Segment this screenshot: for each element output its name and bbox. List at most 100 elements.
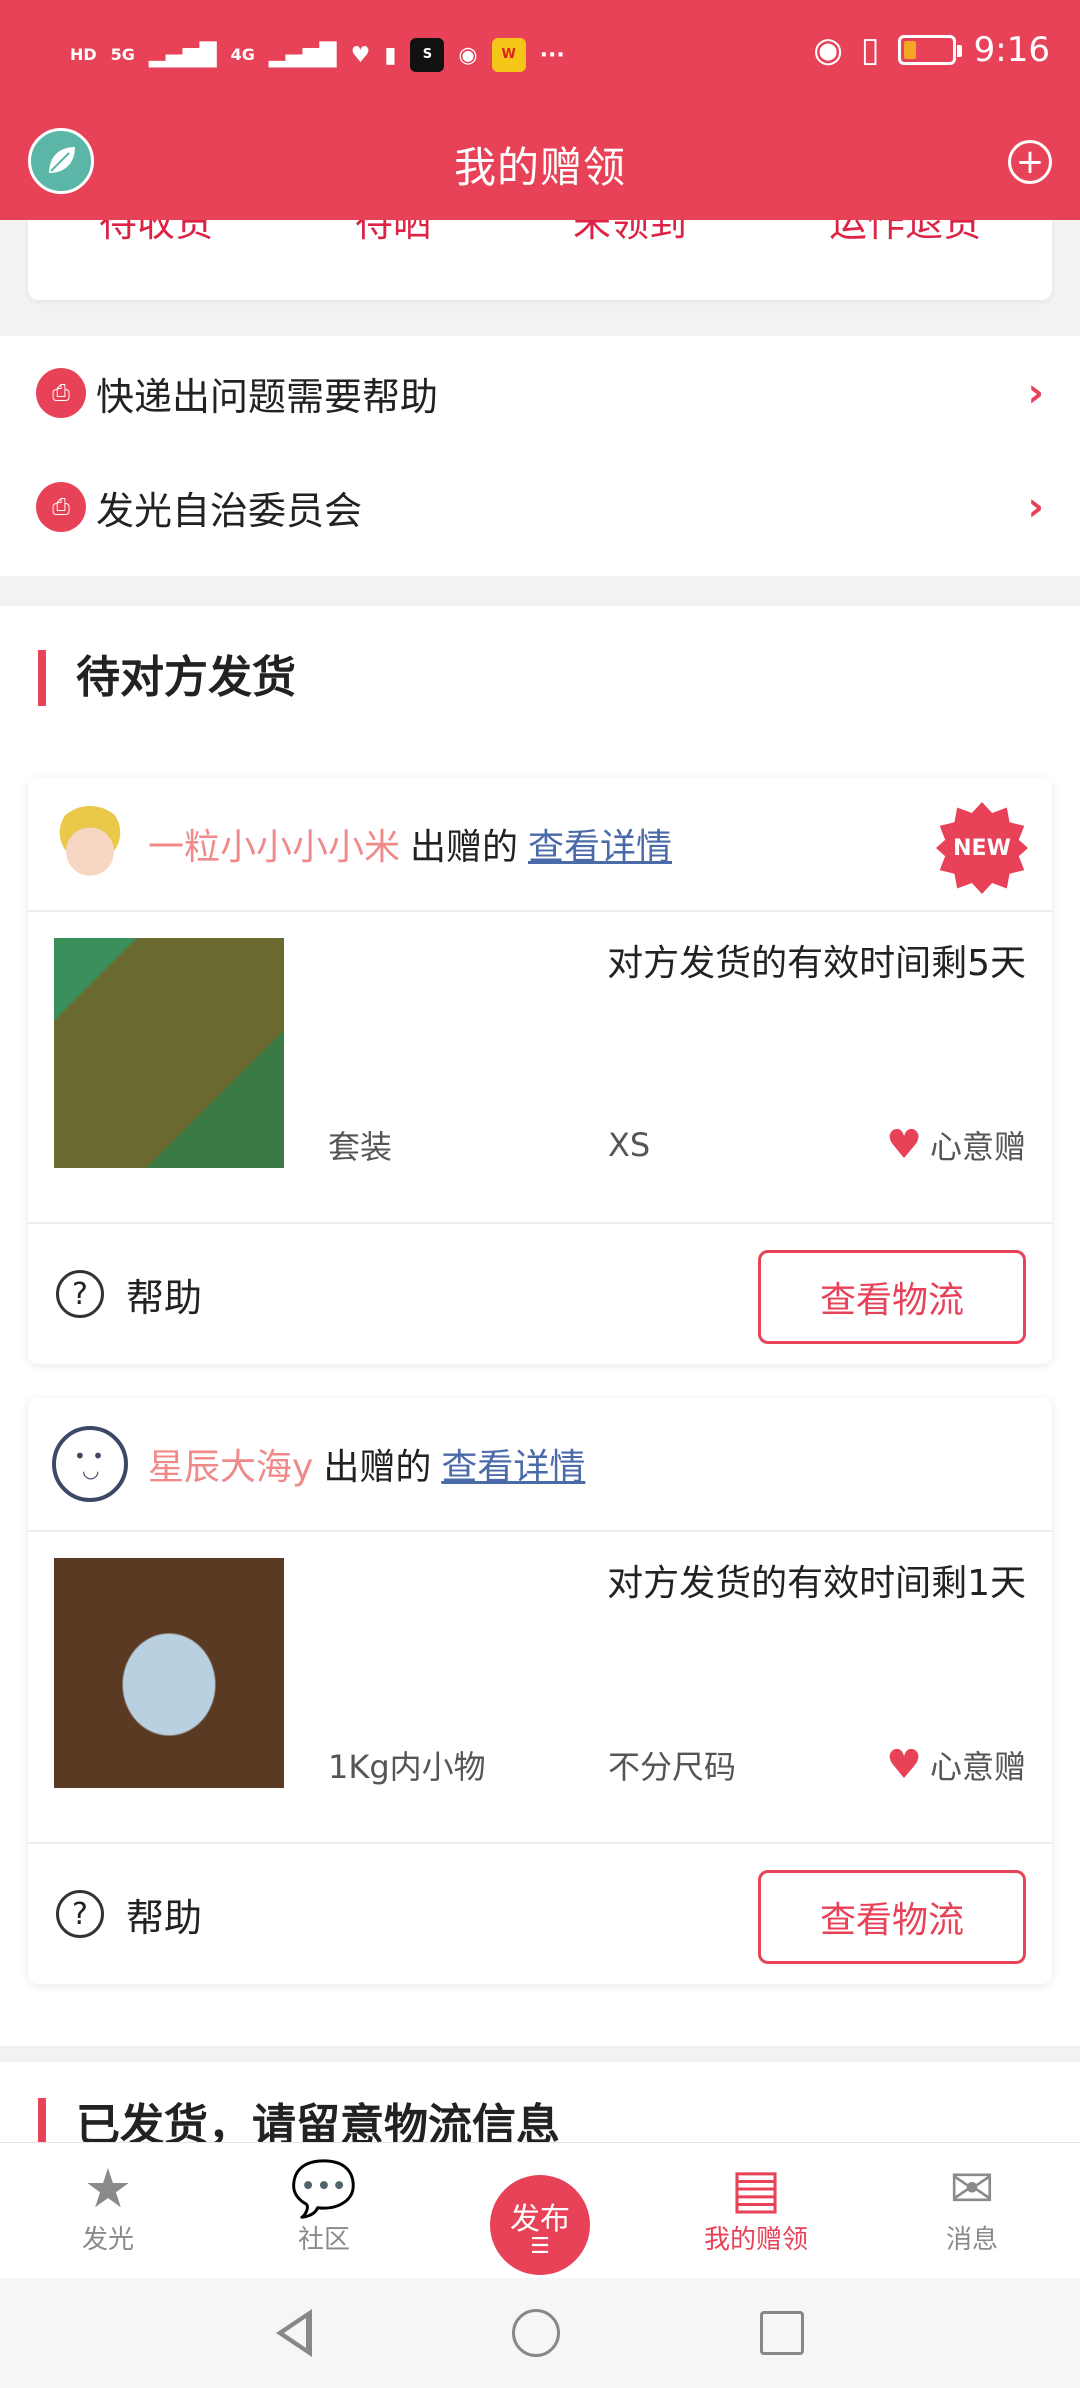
tab-label: 我的赠领 — [703, 2225, 808, 2255]
status-bar: HD 5G ▂▄▆█ 4G ▂▄▆█ ♥ ▮ S ◉ W ··· ◉ ▯ 9:1… — [0, 0, 1080, 120]
publish-icon: ☰ — [530, 2234, 550, 2259]
4g-signal-icon: 4G — [230, 45, 255, 64]
chevron-right-icon: › — [1027, 370, 1044, 416]
view-logistics-button[interactable]: 查看物流 — [758, 1870, 1026, 1964]
new-badge: NEW — [936, 802, 1028, 894]
item-size: XS — [608, 1126, 651, 1164]
status-icons-right: ◉ ▯ 9:16 — [813, 30, 1050, 70]
help-links: ⎙ 快递出问题需要帮助 › ⎙ 发光自治委员会 › — [0, 336, 1080, 576]
signal-bars-icon: ▂▄▆█ — [148, 42, 217, 68]
order-card-body: 对方发货的有效时间剩5天 套装 XS ♥ 心意赠 — [28, 912, 1052, 1224]
status-time: 9:16 — [973, 30, 1050, 70]
order-card-header: 一粒小小小小米 出赠的 查看详情 NEW — [28, 778, 1052, 912]
help-circle-icon[interactable]: ? — [56, 1270, 104, 1318]
battery-alert-icon: ▮ — [384, 42, 397, 68]
signal-bars-icon-2: ▂▄▆█ — [268, 42, 337, 68]
ship-deadline: 对方发货的有效时间剩1天 — [607, 1563, 1026, 1604]
heart-icon: ♥ — [886, 1742, 922, 1788]
tab-publish[interactable]: 发布 ☰ — [432, 2143, 648, 2278]
given-text: 出赠的 — [410, 827, 519, 868]
gift-type-label: 心意赠 — [929, 1748, 1026, 1786]
help-link-committee[interactable]: ⎙ 发光自治委员会 › — [0, 450, 1080, 564]
section-title: 已发货，请留意物流信息 — [38, 2098, 560, 2142]
tab-community[interactable]: 💬 社区 — [216, 2143, 432, 2278]
item-category: 1Kg内小物 — [328, 1748, 486, 1786]
gift-type: ♥ 心意赠 — [886, 1742, 1026, 1788]
chevron-right-icon: › — [1027, 484, 1044, 530]
service-icon: ⎙ — [36, 368, 86, 418]
giver-username[interactable]: 一粒小小小小米 — [148, 818, 400, 870]
box-icon: ▤ — [730, 2157, 782, 2220]
order-card-footer: ? 帮助 查看物流 — [28, 1224, 1052, 1364]
health-icon: ♥ — [350, 42, 371, 68]
vibrate-icon: ▯ — [860, 30, 880, 70]
help-link-express[interactable]: ⎙ 快递出问题需要帮助 › — [0, 336, 1080, 450]
ship-deadline: 对方发货的有效时间剩5天 — [607, 943, 1026, 984]
service-icon: ⎙ — [36, 482, 86, 532]
status-tab-not-received[interactable]: 未领到 — [573, 220, 687, 247]
back-icon[interactable] — [276, 2309, 312, 2357]
heart-icon: ♥ — [886, 1122, 922, 1168]
help-circle-icon[interactable]: ? — [56, 1890, 104, 1938]
order-card-header: 星辰大海y 出赠的 查看详情 — [28, 1398, 1052, 1532]
publish-button[interactable]: 发布 ☰ — [490, 2175, 590, 2275]
publish-label: 发布 — [510, 2202, 570, 2237]
status-tab-pending-receive[interactable]: 待收货 — [99, 220, 213, 247]
section-title: 待对方发货 — [38, 650, 296, 706]
avatar[interactable] — [52, 806, 128, 882]
item-category: 套装 — [328, 1128, 393, 1166]
hd-signal-icon: HD — [70, 45, 97, 64]
avatar[interactable] — [52, 1426, 128, 1502]
battery-fill — [903, 41, 916, 59]
5g-signal-icon: 5G — [110, 45, 135, 64]
tab-label: 发光 — [81, 2225, 134, 2255]
order-card: 一粒小小小小米 出赠的 查看详情 NEW 对方发货的有效时间剩5天 套装 XS … — [28, 778, 1052, 1364]
help-link-label: 发光自治委员会 — [96, 488, 363, 533]
plus-icon: + — [1015, 142, 1045, 182]
item-meta: 1Kg内小物 不分尺码 ♥ 心意赠 — [328, 1742, 1026, 1788]
help-label[interactable]: 帮助 — [126, 1887, 202, 1942]
star-icon: ★ — [83, 2157, 133, 2220]
view-details-link[interactable]: 查看详情 — [441, 1438, 585, 1490]
tab-my-gifts[interactable]: ▤ 我的赠领 — [648, 2143, 864, 2278]
pending-shipment-section: 待对方发货 一粒小小小小米 出赠的 查看详情 NEW 对方发货的有效时间剩5天 … — [0, 606, 1080, 2046]
order-card: 星辰大海y 出赠的 查看详情 对方发货的有效时间剩1天 1Kg内小物 不分尺码 … — [28, 1398, 1052, 1984]
view-details-link[interactable]: 查看详情 — [528, 818, 672, 870]
order-card-footer: ? 帮助 查看物流 — [28, 1844, 1052, 1984]
mail-icon: ✉ — [949, 2157, 995, 2220]
recent-apps-icon[interactable] — [760, 2311, 804, 2355]
shipped-section: 已发货，请留意物流信息 — [0, 2062, 1080, 2142]
item-thumbnail[interactable] — [54, 938, 284, 1168]
tab-label: 社区 — [297, 2225, 350, 2255]
gift-type: ♥ 心意赠 — [886, 1122, 1026, 1168]
giver-username[interactable]: 星辰大海y — [148, 1438, 313, 1490]
battery-icon — [897, 35, 962, 65]
status-icons-left: HD 5G ▂▄▆█ 4G ▂▄▆█ ♥ ▮ S ◉ W ··· — [70, 38, 565, 72]
page-title: 我的赠领 — [453, 143, 626, 192]
add-button[interactable]: + — [1008, 140, 1052, 184]
tab-label: 消息 — [945, 2225, 998, 2255]
item-size: 不分尺码 — [608, 1748, 737, 1786]
order-status-card: 待收货 待晒 未领到 运作退货 — [28, 220, 1052, 300]
gift-type-label: 心意赠 — [929, 1128, 1026, 1166]
tab-faguang[interactable]: ★ 发光 — [0, 2143, 216, 2278]
soul-app-icon: S — [410, 38, 445, 72]
tab-messages[interactable]: ✉ 消息 — [864, 2143, 1080, 2278]
item-thumbnail[interactable] — [54, 1558, 284, 1788]
item-meta: 套装 XS ♥ 心意赠 — [328, 1122, 1026, 1168]
help-link-label: 快递出问题需要帮助 — [96, 374, 439, 419]
wechat-icon: ◉ — [458, 42, 478, 68]
status-tab-to-share[interactable]: 待晒 — [355, 220, 431, 247]
view-logistics-button[interactable]: 查看物流 — [758, 1250, 1026, 1344]
home-icon[interactable] — [512, 2309, 560, 2357]
chat-icon: 💬 — [290, 2157, 358, 2220]
status-tab-return[interactable]: 运作退货 — [829, 220, 981, 247]
help-label[interactable]: 帮助 — [126, 1267, 202, 1322]
system-nav-bar — [0, 2278, 1080, 2388]
weibo-icon: W — [491, 38, 526, 72]
app-header: 我的赠领 + — [0, 120, 1080, 220]
order-card-body: 对方发货的有效时间剩1天 1Kg内小物 不分尺码 ♥ 心意赠 — [28, 1532, 1052, 1844]
bottom-tab-bar: ★ 发光 💬 社区 发布 ☰ ▤ 我的赠领 ✉ 消息 — [0, 2142, 1080, 2278]
given-text: 出赠的 — [323, 1447, 432, 1488]
content-scroll[interactable]: 待收货 待晒 未领到 运作退货 ⎙ 快递出问题需要帮助 › ⎙ 发光自治委员会 … — [0, 220, 1080, 2142]
